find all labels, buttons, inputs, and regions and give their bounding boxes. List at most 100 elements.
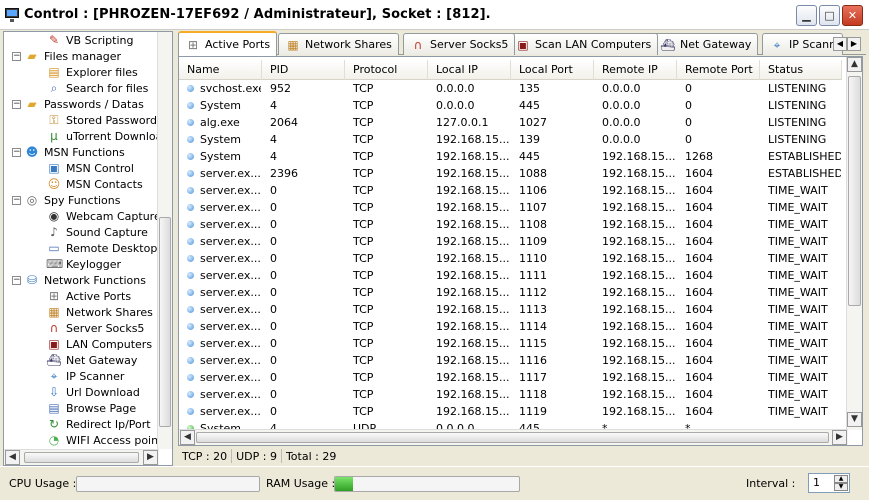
sidebar-hscroll-thumb[interactable] bbox=[24, 452, 139, 463]
table-hscroll-thumb[interactable] bbox=[196, 432, 829, 443]
sidebar-item-active-ports[interactable]: ⊞ Active Ports bbox=[46, 288, 131, 304]
process-name: server.ex... bbox=[200, 388, 261, 401]
tab-scan-lan-computers[interactable]: ▣ Scan LAN Computers bbox=[508, 33, 659, 55]
sidebar-item-msn-contacts[interactable]: ☺ MSN Contacts bbox=[46, 176, 143, 192]
table-row[interactable]: server.ex... 0 TCP 192.168.15... 1114 192.168… bbox=[179, 318, 842, 335]
sidebar-item-msn-control[interactable]: ▣ MSN Control bbox=[46, 160, 134, 176]
table-horizontal-scrollbar[interactable]: ◀ ▶ bbox=[179, 429, 848, 445]
scroll-right-button[interactable]: ▶ bbox=[143, 450, 158, 465]
sidebar-item-files-manager[interactable]: − ▰ Files manager bbox=[12, 48, 121, 64]
column-header-remote-ip[interactable]: Remote IP bbox=[594, 60, 677, 80]
sidebar-item-browse-page[interactable]: ▤ Browse Page bbox=[46, 400, 136, 416]
table-row[interactable]: server.ex... 0 TCP 192.168.15... 1118 192.168… bbox=[179, 386, 842, 403]
column-header-pid[interactable]: PID bbox=[262, 60, 345, 80]
sidebar-item-url-download[interactable]: ⇩ Url Download bbox=[46, 384, 140, 400]
table-row[interactable]: server.ex... 0 TCP 192.168.15... 1112 192.168… bbox=[179, 284, 842, 301]
column-header-remote-port[interactable]: Remote Port bbox=[677, 60, 760, 80]
table-row[interactable]: server.ex... 0 TCP 192.168.15... 1106 192.168… bbox=[179, 182, 842, 199]
table-row[interactable]: server.ex... 0 TCP 192.168.15... 1109 192.168… bbox=[179, 233, 842, 250]
tab-net-gateway[interactable]: ⛴ Net Gateway bbox=[653, 33, 759, 55]
sidebar-item-redirect-ip-port[interactable]: ↻ Redirect Ip/Port bbox=[46, 416, 151, 432]
sidebar-item-network-functions[interactable]: − ⛁ Network Functions bbox=[12, 272, 146, 288]
maximize-button[interactable]: □ bbox=[819, 5, 840, 26]
sidebar-horizontal-scrollbar[interactable]: ◀ ▶ bbox=[4, 449, 159, 465]
table-row[interactable]: server.ex... 0 TCP 192.168.15... 1107 192.168… bbox=[179, 199, 842, 216]
column-header-name[interactable]: Name bbox=[179, 60, 262, 80]
table-row[interactable]: server.ex... 0 TCP 192.168.15... 1116 192.168… bbox=[179, 352, 842, 369]
sidebar-vertical-scrollbar[interactable] bbox=[157, 32, 172, 449]
table-row[interactable]: server.ex... 0 TCP 192.168.15... 1117 192.168… bbox=[179, 369, 842, 386]
collapse-toggle-icon[interactable]: − bbox=[12, 99, 21, 109]
tab-ip-scann[interactable]: ⌖ IP Scann bbox=[762, 33, 844, 55]
process-name: server.ex... bbox=[200, 252, 261, 265]
close-button[interactable]: ✕ bbox=[842, 5, 863, 26]
collapse-toggle-icon[interactable]: − bbox=[12, 275, 21, 285]
column-header-protocol[interactable]: Protocol bbox=[345, 60, 428, 80]
table-cell: 192.168.15... bbox=[602, 405, 676, 418]
tab-active-ports[interactable]: ⊞ Active Ports bbox=[178, 31, 278, 56]
table-cell: 0 bbox=[270, 218, 277, 231]
sidebar-item-remote-desktop[interactable]: ▭ Remote Desktop bbox=[46, 240, 157, 256]
table-row[interactable]: System 4 TCP 192.168.15... 139 0.0.0.0 0 LISTEN… bbox=[179, 131, 842, 148]
table-row[interactable]: server.ex... 0 TCP 192.168.15... 1115 192.168… bbox=[179, 335, 842, 352]
tab-scroll-left-button[interactable]: ◀ bbox=[833, 37, 847, 51]
tab-strip: ⌖ IP Scann ⛴ Net Gateway ▣ Scan LAN Computers… bbox=[178, 31, 866, 56]
sidebar-item-stored-passwords[interactable]: ⚿ Stored Passwords bbox=[46, 112, 159, 128]
sidebar-item-net-gateway[interactable]: ⛴ Net Gateway bbox=[46, 352, 137, 368]
table-row[interactable]: server.ex... 0 TCP 192.168.15... 1111 192.168… bbox=[179, 267, 842, 284]
table-row[interactable]: server.ex... 0 TCP 192.168.15... 1110 192.168… bbox=[179, 250, 842, 267]
table-scroll-right-button[interactable]: ▶ bbox=[832, 430, 847, 445]
table-scroll-left-button[interactable]: ◀ bbox=[180, 430, 195, 445]
table-cell: 1118 bbox=[519, 388, 547, 401]
interval-up-button[interactable]: ▲ bbox=[834, 475, 848, 483]
table-row[interactable]: server.ex... 0 TCP 192.168.15... 1119 192.168… bbox=[179, 403, 842, 420]
sidebar-item-vb-scripting[interactable]: ✎ VB Scripting bbox=[46, 32, 134, 48]
table-cell: 1604 bbox=[685, 354, 713, 367]
interval-down-button[interactable]: ▼ bbox=[834, 483, 848, 491]
sidebar-item-sound-capture[interactable]: ♪ Sound Capture bbox=[46, 224, 148, 240]
interval-spinner[interactable]: 1 ▲ ▼ bbox=[808, 473, 850, 493]
table-cell: 0 bbox=[685, 99, 692, 112]
table-cell: 0.0.0.0 bbox=[436, 82, 475, 95]
table-vertical-scrollbar[interactable]: ▲ ▼ bbox=[846, 57, 862, 430]
scroll-up-button[interactable]: ▲ bbox=[847, 57, 862, 72]
sidebar-item-keylogger[interactable]: ⌨ Keylogger bbox=[46, 256, 121, 272]
sidebar-scroll-thumb[interactable] bbox=[159, 217, 171, 427]
sidebar-item-wifi-access-points[interactable]: ◔ WIFI Access points bbox=[46, 432, 159, 448]
table-row[interactable]: server.ex... 0 TCP 192.168.15... 1113 192.168… bbox=[179, 301, 842, 318]
table-row[interactable]: System 4 TCP 192.168.15... 445 192.168.15... 1… bbox=[179, 148, 842, 165]
scroll-down-button[interactable]: ▼ bbox=[847, 412, 862, 427]
table-row[interactable]: svchost.exe 952 TCP 0.0.0.0 135 0.0.0.0 0 LISTE… bbox=[179, 80, 842, 97]
sidebar-item-utorrent-download[interactable]: µ uTorrent Download bbox=[46, 128, 159, 144]
collapse-toggle-icon[interactable]: − bbox=[12, 195, 21, 205]
sidebar-item-passwords-datas[interactable]: − ▰ Passwords / Datas bbox=[12, 96, 144, 112]
column-header-local-port[interactable]: Local Port bbox=[511, 60, 594, 80]
table-row[interactable]: System 4 TCP 0.0.0.0 445 0.0.0.0 0 LISTENING bbox=[179, 97, 842, 114]
tab-network-shares[interactable]: ▦ Network Shares bbox=[278, 33, 399, 55]
sidebar-item-ip-scanner[interactable]: ⌖ IP Scanner bbox=[46, 368, 125, 384]
table-cell: TCP bbox=[353, 184, 374, 197]
table-scroll-thumb[interactable] bbox=[848, 76, 861, 306]
sidebar-item-msn-functions[interactable]: − ☻ MSN Functions bbox=[12, 144, 125, 160]
collapse-toggle-icon[interactable]: − bbox=[12, 51, 21, 61]
table-row[interactable]: alg.exe 2064 TCP 127.0.0.1 1027 0.0.0.0 0 LISTE… bbox=[179, 114, 842, 131]
sidebar-item-label: MSN Contacts bbox=[66, 177, 143, 191]
column-header-status[interactable]: Status bbox=[760, 60, 842, 80]
sidebar-item-search-for-files[interactable]: ⌕ Search for files bbox=[46, 80, 149, 96]
minimize-button[interactable]: ▁ bbox=[796, 5, 817, 26]
table-cell: 192.168.15... bbox=[602, 218, 676, 231]
sidebar-item-spy-functions[interactable]: − ◎ Spy Functions bbox=[12, 192, 121, 208]
sidebar-item-webcam-capture[interactable]: ◉ Webcam Capture bbox=[46, 208, 159, 224]
scroll-left-button[interactable]: ◀ bbox=[5, 450, 20, 465]
table-row[interactable]: server.ex... 2396 TCP 192.168.15... 1088 192.… bbox=[179, 165, 842, 182]
column-header-local-ip[interactable]: Local IP bbox=[428, 60, 511, 80]
sidebar-item-lan-computers[interactable]: ▣ LAN Computers bbox=[46, 336, 152, 352]
tab-scroll-right-button[interactable]: ▶ bbox=[847, 37, 861, 51]
sidebar-item-explorer-files[interactable]: ▤ Explorer files bbox=[46, 64, 137, 80]
table-cell: 1604 bbox=[685, 320, 713, 333]
table-row[interactable]: server.ex... 0 TCP 192.168.15... 1108 192.168… bbox=[179, 216, 842, 233]
collapse-toggle-icon[interactable]: − bbox=[12, 147, 21, 157]
tab-server-socks5[interactable]: ∩ Server Socks5 bbox=[403, 33, 516, 55]
sidebar-item-network-shares[interactable]: ▦ Network Shares bbox=[46, 304, 153, 320]
sidebar-item-server-socks5[interactable]: ∩ Server Socks5 bbox=[46, 320, 145, 336]
